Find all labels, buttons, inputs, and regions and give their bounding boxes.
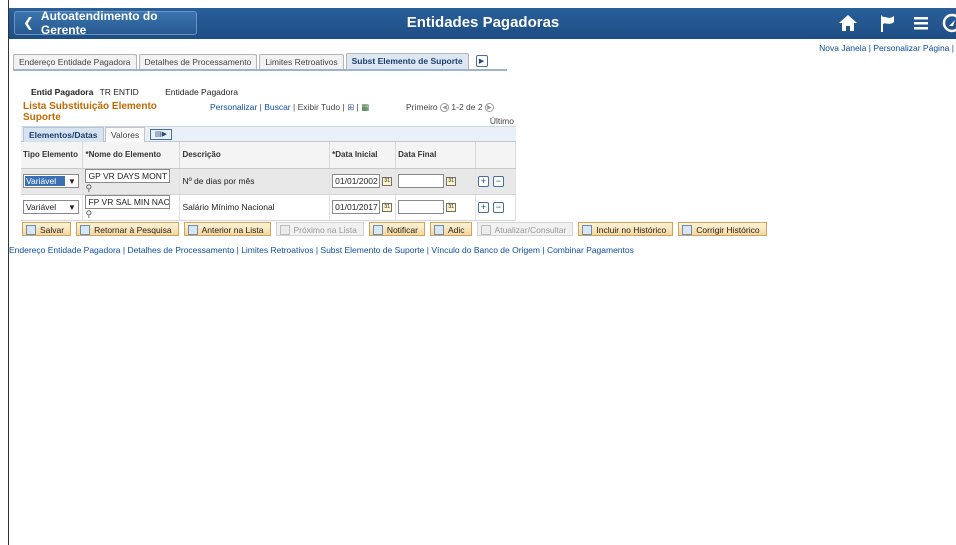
return-search-button[interactable]: Retornar à Pesquisa bbox=[76, 222, 179, 236]
substitution-grid: Lista Substituição Elemento Suporte Pers… bbox=[21, 99, 516, 222]
home-icon[interactable] bbox=[838, 13, 858, 33]
lookup-icon[interactable]: ⚲ bbox=[85, 209, 94, 220]
col-data-inicial[interactable]: *Data Inicial bbox=[329, 142, 397, 169]
top-links: Nova Janela | Personalizar Página | bbox=[819, 43, 954, 53]
action-toolbar: Salvar Retornar à Pesquisa Anterior na L… bbox=[22, 222, 772, 236]
notify-button[interactable]: Notificar bbox=[368, 222, 425, 236]
update-view-button[interactable]: Atualizar/Consultar bbox=[476, 222, 574, 236]
tipo-select[interactable]: Variável ▼ bbox=[23, 200, 79, 215]
prev-arrow-icon: ◀ bbox=[440, 103, 450, 113]
tab-endereco[interactable]: Endereço Entidade Pagadora bbox=[13, 54, 137, 69]
personalize-link[interactable]: Personalizar bbox=[210, 102, 257, 112]
update-icon bbox=[480, 224, 491, 235]
descricao-cell: Nº de dias por mês bbox=[179, 168, 331, 195]
grid-header: Lista Substituição Elemento Suporte Pers… bbox=[21, 99, 516, 127]
calendar-icon[interactable]: 31 bbox=[446, 176, 457, 186]
col-descricao[interactable]: Descrição bbox=[179, 142, 331, 169]
lookup-icon[interactable]: ⚲ bbox=[85, 183, 94, 194]
grid-nav: Primeiro ◀ 1-2 de 2 ▶ bbox=[406, 102, 494, 113]
descricao-cell: Salário Mínimo Nacional bbox=[179, 194, 331, 222]
save-button[interactable]: Salvar bbox=[22, 222, 72, 236]
chevron-down-icon: ▼ bbox=[68, 202, 76, 212]
tab-scroll-right-icon[interactable]: ▶ bbox=[475, 55, 488, 67]
zoom-icon[interactable]: ⊞ bbox=[347, 102, 354, 112]
page-frame: ❮ Autoatendimento do Gerente Entidades P… bbox=[8, 0, 956, 545]
save-icon bbox=[26, 224, 36, 235]
row-range: 1-2 de 2 bbox=[451, 102, 483, 112]
delete-row-icon[interactable]: − bbox=[493, 175, 505, 187]
previous-icon bbox=[187, 224, 198, 235]
calendar-icon[interactable]: 31 bbox=[446, 202, 457, 212]
next-arrow-icon: ▶ bbox=[484, 103, 494, 113]
entity-code: TR ENTID bbox=[99, 87, 139, 97]
link-limites[interactable]: Limites Retroativos bbox=[241, 245, 313, 255]
grid-subtabs: Elementos/Datas Valores ▤▶ bbox=[21, 127, 516, 142]
new-window-link[interactable]: Nova Janela bbox=[819, 43, 866, 53]
subtab-elementos-datas[interactable]: Elementos/Datas bbox=[23, 127, 104, 142]
nome-input[interactable]: GP VR DAYS MONT bbox=[85, 168, 171, 183]
history-icon bbox=[582, 224, 593, 235]
table-row: Variável ▼ GP VR DAYS MONT⚲ Nº de dias po… bbox=[21, 168, 516, 195]
include-history-button[interactable]: Incluir no Histórico bbox=[578, 222, 674, 236]
chevron-down-icon: ▼ bbox=[68, 176, 76, 186]
col-nome[interactable]: *Nome do Elemento bbox=[82, 142, 181, 169]
tab-subst-elemento[interactable]: Subst Elemento de Suporte bbox=[345, 53, 469, 69]
page-title: Entidades Pagadoras bbox=[406, 14, 560, 31]
tab-limites[interactable]: Limites Retroativos bbox=[259, 54, 344, 69]
download-icon[interactable]: ▦ bbox=[361, 102, 369, 112]
grid-title: Lista Substituição Elemento Suporte bbox=[23, 101, 157, 123]
table-row: Variável ▼ FP VR SAL MIN NAC⚲ Salário Mín… bbox=[21, 194, 516, 222]
data-final-input[interactable] bbox=[398, 200, 445, 215]
find-link[interactable]: Buscar bbox=[264, 102, 290, 112]
flag-icon[interactable] bbox=[877, 13, 897, 33]
add-icon bbox=[434, 224, 444, 235]
last-label: Último bbox=[489, 116, 514, 126]
previous-in-list-button[interactable]: Anterior na Lista bbox=[183, 222, 271, 236]
link-detalhes[interactable]: Detalhes de Processamento bbox=[127, 245, 234, 255]
next-in-list-button[interactable]: Próximo na Lista bbox=[275, 222, 364, 236]
tab-detalhes[interactable]: Detalhes de Processamento bbox=[138, 54, 258, 69]
add-row-icon[interactable]: + bbox=[478, 175, 490, 187]
entity-description: Entidade Pagadora bbox=[165, 87, 238, 97]
col-tipo[interactable]: Tipo Elemento bbox=[21, 142, 84, 169]
next-icon bbox=[279, 224, 290, 235]
entity-label: Entid Pagadora bbox=[31, 87, 94, 97]
banner: ❮ Autoatendimento do Gerente Entidades P… bbox=[9, 8, 956, 39]
link-combinar[interactable]: Combinar Pagamentos bbox=[547, 245, 634, 255]
link-subst[interactable]: Subst Elemento de Suporte bbox=[320, 245, 424, 255]
table-header-row: Tipo Elemento *Nome do Elemento Descriçã… bbox=[21, 142, 516, 169]
correct-history-button[interactable]: Corrigir Histórico bbox=[678, 222, 767, 236]
correct-icon bbox=[682, 224, 693, 235]
menu-icon[interactable] bbox=[911, 13, 931, 33]
page-tabs: Endereço Entidade Pagadora Detalhes de P… bbox=[13, 53, 488, 69]
link-vinculo[interactable]: Vínculo do Banco de Origem bbox=[431, 245, 540, 255]
bottom-page-links: Endereço Entidade Pagadora | Detalhes de… bbox=[9, 245, 634, 255]
nome-input[interactable]: FP VR SAL MIN NAC bbox=[85, 194, 171, 209]
tipo-select[interactable]: Variável ▼ bbox=[23, 174, 79, 189]
link-endereco[interactable]: Endereço Entidade Pagadora bbox=[9, 245, 121, 255]
add-button[interactable]: Adic bbox=[430, 222, 472, 236]
col-actions bbox=[475, 142, 516, 169]
tab-divider bbox=[13, 69, 507, 71]
add-row-icon[interactable]: + bbox=[478, 202, 490, 213]
notify-icon bbox=[372, 224, 383, 235]
calendar-icon[interactable]: 31 bbox=[382, 176, 393, 186]
subtab-valores[interactable]: Valores bbox=[105, 127, 146, 142]
first-label: Primeiro bbox=[406, 102, 438, 112]
entity-header: Entid Pagadora TR ENTID Entidade Pagador… bbox=[31, 87, 238, 97]
delete-row-icon[interactable]: − bbox=[493, 202, 505, 213]
data-inicial-input[interactable]: 01/01/2017 bbox=[332, 200, 381, 215]
return-icon bbox=[80, 224, 91, 235]
grid-links: Personalizar | Buscar | Exibir Tudo | ⊞ … bbox=[210, 102, 370, 112]
navbar-icon[interactable] bbox=[942, 13, 956, 33]
view-all-link[interactable]: Exibir Tudo bbox=[298, 102, 341, 112]
calendar-icon[interactable]: 31 bbox=[382, 202, 393, 212]
show-all-columns-icon[interactable]: ▤▶ bbox=[150, 129, 172, 140]
personalize-page-link[interactable]: Personalizar Página bbox=[873, 43, 949, 53]
col-data-final[interactable]: Data Final bbox=[395, 142, 477, 169]
data-final-input[interactable] bbox=[398, 174, 445, 189]
data-inicial-input[interactable]: 01/01/2002 bbox=[332, 174, 381, 189]
elements-table: Tipo Elemento *Nome do Elemento Descriçã… bbox=[21, 142, 516, 222]
